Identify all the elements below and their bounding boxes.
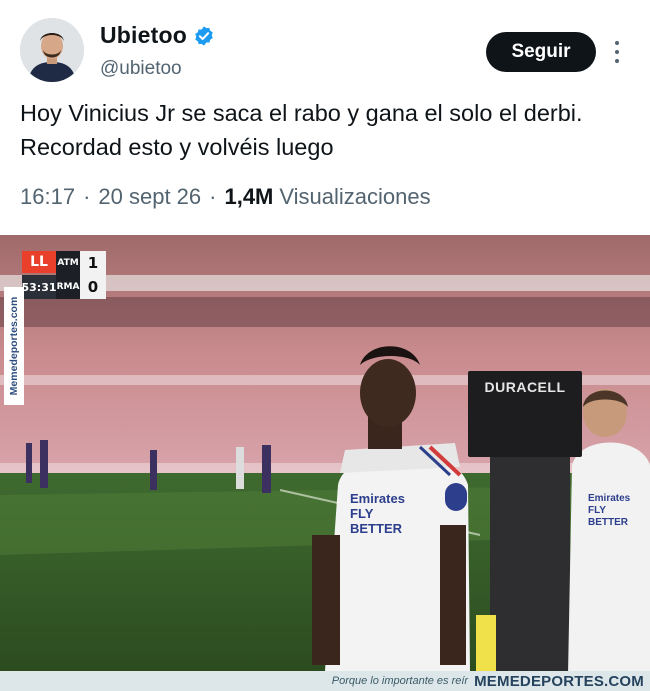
author-name-row: Ubietoo <box>100 22 215 49</box>
footer-slogan: Porque lo importante es reír <box>331 675 469 687</box>
meta-separator: · <box>209 184 217 209</box>
meta-separator: · <box>83 184 91 209</box>
tweet-time[interactable]: 16:17 <box>20 184 75 210</box>
footer-watermark: Porque lo importante es reír MEMEDEPORTE… <box>0 671 650 691</box>
match-clock: 53:31 <box>22 275 57 299</box>
footer-brand[interactable]: MEMEDEPORTES.COM <box>474 673 644 690</box>
tweet-date[interactable]: 20 sept 26 <box>98 184 201 210</box>
tweet-media-image[interactable]: LL 53:31 ATM RMA 1 0 Memedeportes.com DU… <box>0 235 650 671</box>
author-display-name[interactable]: Ubietoo <box>100 22 187 49</box>
author-handle[interactable]: @ubietoo <box>100 58 182 80</box>
duracell-billboard: DURACELL <box>468 371 582 457</box>
scorebug: LL 53:31 ATM RMA 1 0 <box>22 251 106 299</box>
home-team: ATM <box>56 251 80 275</box>
tweet-header: Ubietoo @ubietoo Seguir <box>0 0 650 92</box>
away-score: 0 <box>80 275 106 299</box>
tweet-text: Hoy Vinicius Jr se saca el rabo y gana e… <box>20 100 583 160</box>
side-watermark-text: Memedeportes.com <box>8 296 20 396</box>
side-watermark: Memedeportes.com <box>4 287 24 405</box>
jersey-sponsor-2: Emirates FLY BETTER <box>588 493 631 528</box>
follow-button[interactable]: Seguir <box>486 32 596 72</box>
billboard-text: DURACELL <box>484 379 566 395</box>
profile-photo-icon <box>20 18 84 82</box>
more-vertical-icon[interactable] <box>608 38 626 66</box>
home-score: 1 <box>80 251 106 275</box>
tweet-meta: 16:17 · 20 sept 26 · 1,4M Visualizacione… <box>20 184 431 210</box>
avatar[interactable] <box>20 18 84 82</box>
laliga-logo-icon: LL <box>22 251 56 273</box>
views-label[interactable]: Visualizaciones <box>279 184 430 210</box>
views-count: 1,4M <box>224 184 274 209</box>
verified-badge-icon <box>195 25 213 46</box>
away-team: RMA <box>56 275 80 299</box>
jersey-sponsor: Emirates FLY BETTER <box>350 491 405 536</box>
